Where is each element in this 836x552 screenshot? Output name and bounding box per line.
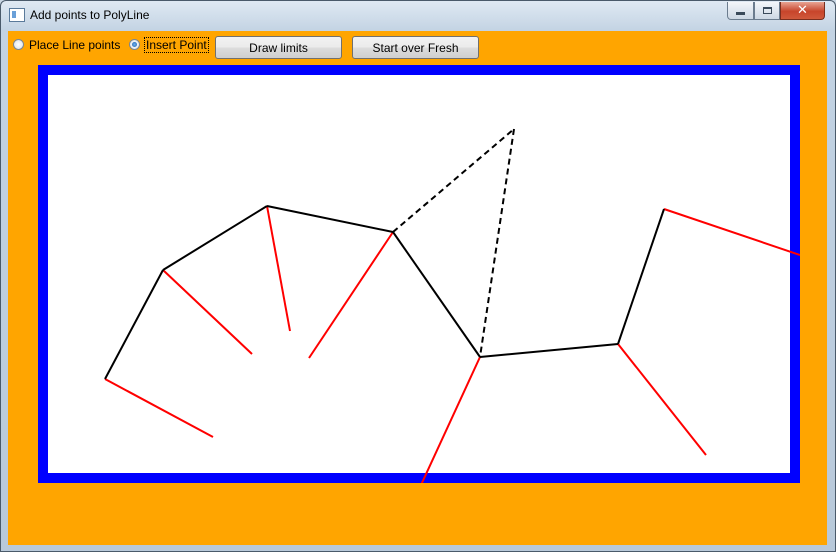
radio-place-label: Place Line points (29, 37, 121, 52)
title-bar[interactable]: Add points to PolyLine ✕ (1, 1, 835, 31)
client-area: Place Line points Insert Point Draw limi… (8, 31, 827, 545)
maximize-icon (762, 7, 772, 14)
minimize-icon (736, 12, 745, 15)
maximize-button[interactable] (754, 2, 780, 20)
radio-insert-indicator[interactable] (129, 39, 140, 50)
close-icon: ✕ (797, 3, 808, 18)
window-title: Add points to PolyLine (30, 8, 150, 22)
start-over-button[interactable]: Start over Fresh (352, 36, 479, 59)
app-window-icon (9, 8, 25, 22)
app-window: Add points to PolyLine ✕ Place Line poin… (0, 0, 836, 552)
radio-insert-point[interactable]: Insert Point (129, 36, 209, 53)
close-button[interactable]: ✕ (780, 2, 825, 20)
minimize-button[interactable] (727, 2, 754, 20)
canvas-frame (38, 65, 800, 483)
canvas-svg[interactable] (38, 65, 800, 483)
radio-insert-label: Insert Point (144, 36, 209, 53)
toolbar: Place Line points Insert Point Draw limi… (8, 31, 827, 61)
radio-place-line-points[interactable]: Place Line points (13, 37, 120, 52)
radio-place-indicator[interactable] (13, 39, 24, 50)
drawing-canvas[interactable] (38, 65, 800, 483)
draw-limits-button[interactable]: Draw limits (215, 36, 342, 59)
